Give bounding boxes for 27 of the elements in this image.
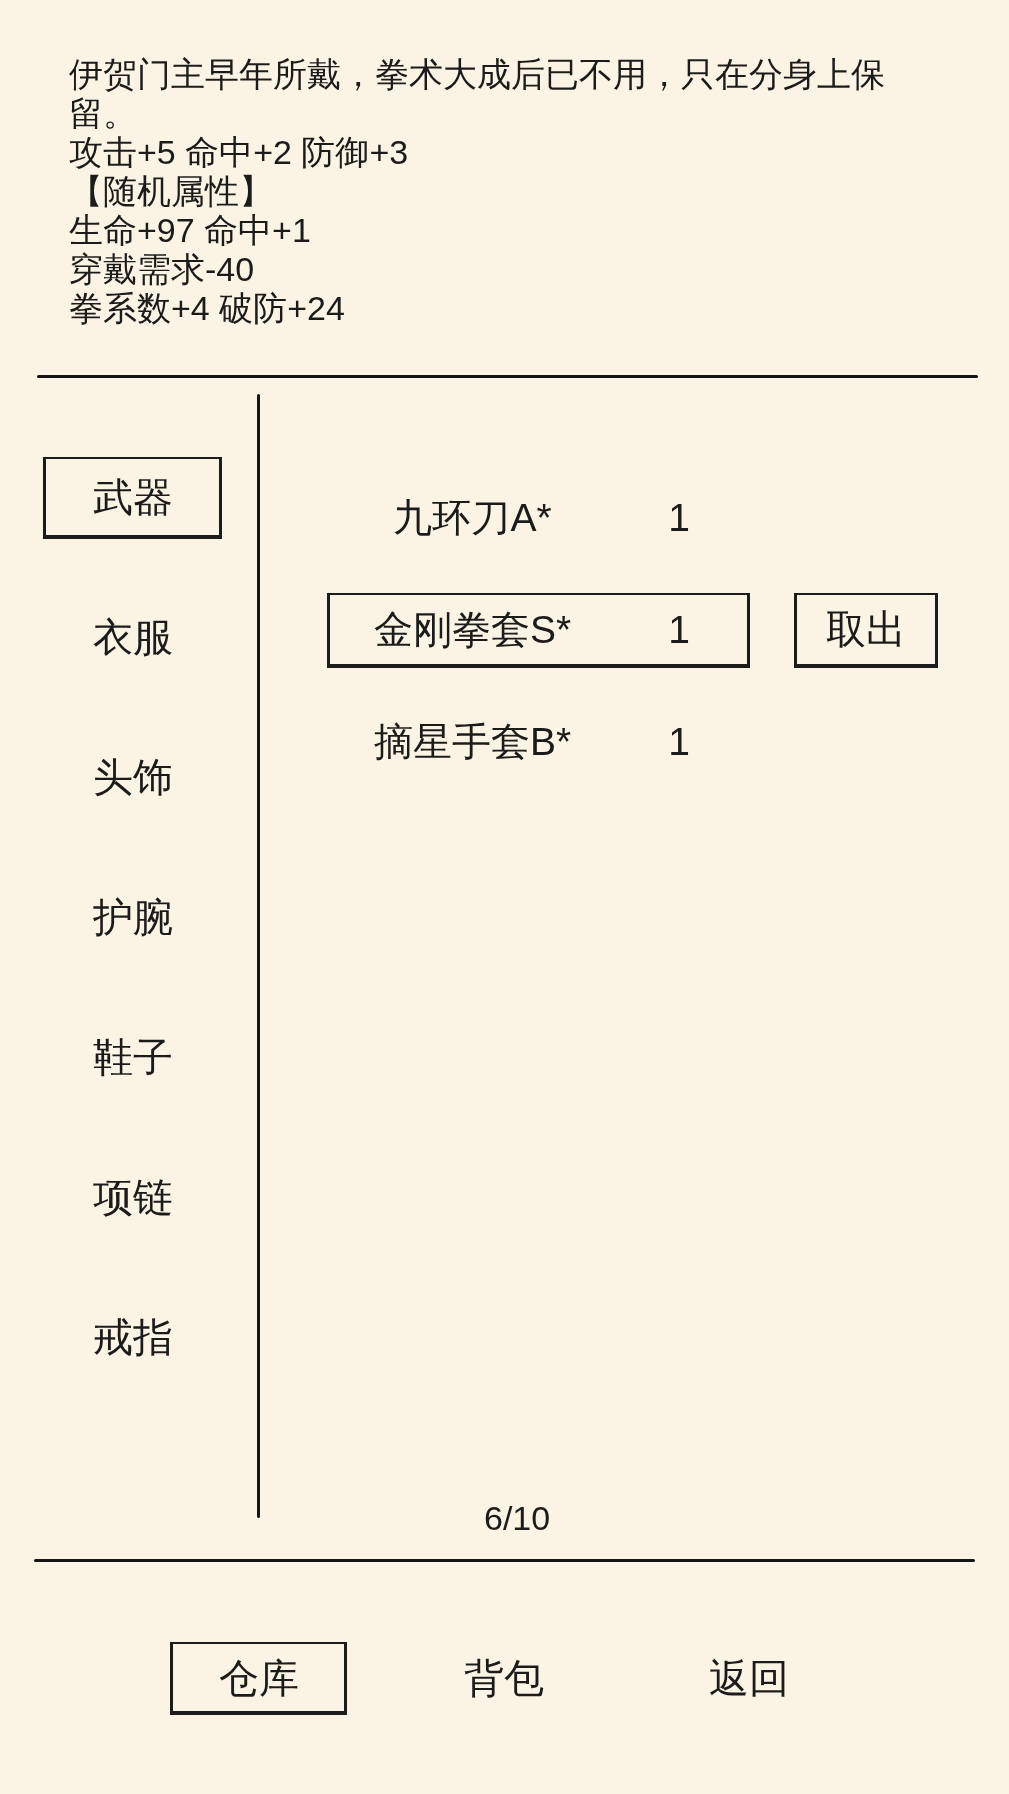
attribute-line: 生命+97 命中+1 — [69, 211, 311, 250]
item-row[interactable]: 金刚拳套S* 1 — [327, 593, 750, 668]
description-text: 伊贺门主早年所戴，拳术大成后已不用，只在分身上保留。 — [69, 55, 886, 133]
category-tab[interactable]: 鞋子 — [43, 1017, 222, 1099]
category-tab[interactable]: 戒指 — [43, 1297, 222, 1379]
withdraw-button[interactable]: 取出 — [794, 593, 938, 668]
category-tab[interactable]: 武器 — [43, 457, 222, 539]
item-name: 九环刀A* — [392, 494, 553, 541]
attribute-line: 拳系数+4 破防+24 — [69, 289, 345, 328]
item-name: 摘星手套B* — [372, 718, 573, 765]
random-attributes-heading: 【随机属性】 — [69, 172, 273, 211]
bottom-tab[interactable]: 背包 — [415, 1642, 592, 1715]
bottom-tab[interactable]: 返回 — [660, 1642, 837, 1715]
page-indicator: 6/10 — [484, 1498, 551, 1538]
category-tab[interactable]: 衣服 — [43, 597, 222, 679]
attribute-line: 穿戴需求-40 — [69, 250, 255, 289]
item-count: 1 — [667, 719, 691, 764]
category-tab[interactable]: 头饰 — [43, 737, 222, 819]
item-count: 1 — [667, 607, 691, 652]
item-count: 1 — [667, 495, 691, 540]
base-stats-text: 攻击+5 命中+2 防御+3 — [69, 133, 409, 172]
item-row[interactable]: 摘星手套B* 1 — [327, 705, 750, 780]
category-tab[interactable]: 护腕 — [43, 877, 222, 959]
item-name: 金刚拳套S* — [372, 606, 573, 653]
category-tab[interactable]: 项链 — [43, 1157, 222, 1239]
item-row[interactable]: 九环刀A* 1 — [327, 481, 750, 556]
bottom-tab[interactable]: 仓库 — [170, 1642, 347, 1715]
